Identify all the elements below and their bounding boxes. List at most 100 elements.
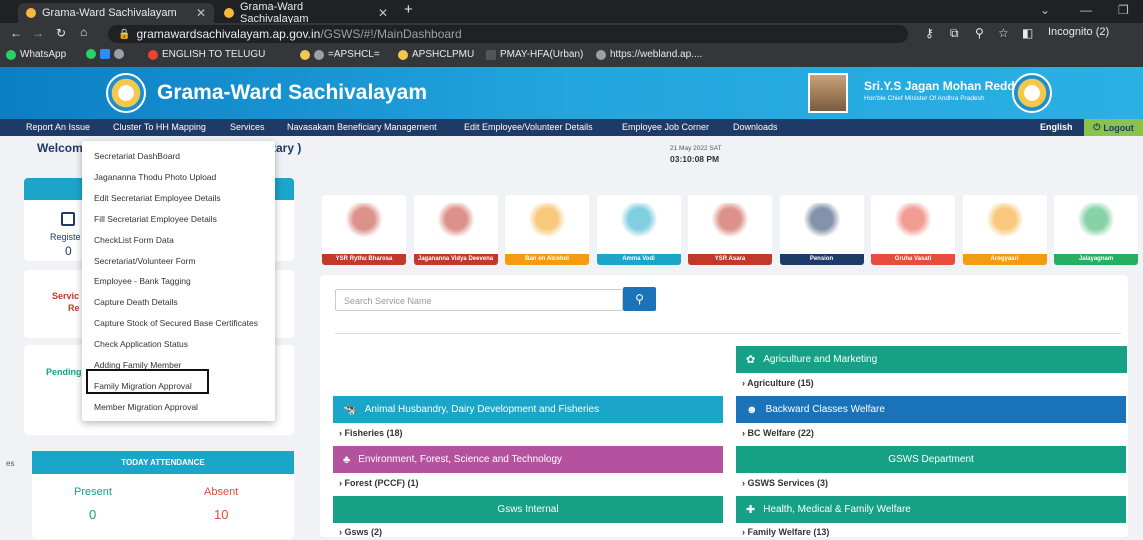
people-icon: ☻ [746, 403, 758, 416]
department-subitem[interactable]: › BC Welfare (22) [742, 428, 814, 438]
tab-search-icon[interactable]: ⌄ [1040, 3, 1050, 17]
pending-label: Pending [46, 367, 82, 377]
nav-report-issue[interactable]: Report An Issue [26, 122, 90, 132]
scheme-label: Jagananna Vidya Deevena [413, 254, 498, 265]
ap-emblem-logo [106, 73, 146, 113]
close-icon[interactable]: ✕ [196, 6, 206, 20]
bookmark-icons[interactable] [86, 49, 124, 59]
tab-title: Grama-Ward Sachivalayam [42, 7, 177, 19]
scheme-tile[interactable]: Arogyasri [962, 195, 1047, 265]
department-subitem[interactable]: › GSWS Services (3) [742, 478, 828, 488]
scheme-illustration [712, 203, 748, 243]
nav-navasakam[interactable]: Navasakam Beneficiary Management [287, 122, 437, 132]
menu-item[interactable]: Capture Death Details [94, 297, 178, 307]
search-icon: ⚲ [635, 292, 644, 306]
main-nav: Report An Issue Cluster To HH Mapping Se… [0, 119, 1143, 136]
incognito-label[interactable]: Incognito (2) [1048, 26, 1109, 38]
department-subitem[interactable]: › Fisheries (18) [339, 428, 403, 438]
browser-tab-2[interactable]: Grama-Ward Sachivalayam ✕ [216, 1, 396, 25]
site-favicon [26, 8, 36, 18]
department-subitem[interactable]: › Family Welfare (13) [742, 527, 829, 537]
language-toggle[interactable]: English [1040, 122, 1073, 132]
scheme-tile[interactable]: Jalayagnam [1054, 195, 1138, 265]
back-icon[interactable]: ← [10, 26, 22, 40]
nav-edit-employee[interactable]: Edit Employee/Volunteer Details [464, 122, 593, 132]
department-subitem[interactable]: › Forest (PCCF) (1) [339, 478, 419, 488]
nav-downloads[interactable]: Downloads [733, 122, 778, 132]
department-header[interactable]: Gsws Internal [333, 496, 723, 523]
sidepanel-icon[interactable]: ◧ [1022, 26, 1033, 40]
bookmark-star-icon[interactable]: ☆ [998, 26, 1009, 40]
key-icon[interactable]: ⚷ [925, 26, 934, 40]
scheme-tile[interactable]: YSR Rythu Bharosa [322, 195, 406, 265]
register-icon [61, 212, 75, 226]
forward-icon[interactable]: → [32, 26, 44, 40]
cow-icon: 🐄 [343, 404, 357, 416]
search-input[interactable]: Search Service Name [335, 289, 623, 311]
menu-item[interactable]: Capture Stock of Secured Base Certificat… [94, 318, 258, 328]
restore-icon[interactable]: ❐ [1118, 3, 1129, 17]
menu-item[interactable]: Secretariat DashBoard [94, 151, 180, 161]
nav-job-corner[interactable]: Employee Job Corner [622, 122, 709, 132]
bookmark-apshclpmu[interactable]: APSHCLPMU [398, 49, 474, 60]
cm-photo [808, 73, 848, 113]
home-icon[interactable]: ⌂ [80, 25, 87, 39]
address-bar[interactable]: 🔒 gramawardsachivalayam.ap.gov.in/GSWS/#… [108, 25, 908, 43]
department-subitem[interactable]: › Gsws (2) [339, 527, 382, 537]
scheme-illustration [1078, 203, 1114, 243]
translate-icon[interactable]: ⧉ [950, 26, 959, 41]
present-label: Present [74, 486, 112, 498]
department-header[interactable]: ✚ Health, Medical & Family Welfare [736, 496, 1126, 523]
department-header[interactable]: 🐄 Animal Husbandry, Dairy Development and… [333, 396, 723, 423]
bookmark-apshcl[interactable]: =APSHCL= [300, 49, 380, 60]
attendance-card: TODAY ATTENDANCE Present Absent 0 10 [32, 451, 294, 539]
new-tab-icon[interactable]: + [404, 1, 413, 18]
department-header[interactable]: ☻ Backward Classes Welfare [736, 396, 1126, 423]
bookmark-pmay[interactable]: PMAY-HFA(Urban) [486, 49, 583, 60]
minimize-icon[interactable]: — [1080, 3, 1092, 17]
ap-emblem-logo [1012, 73, 1052, 113]
menu-item[interactable]: Check Application Status [94, 339, 188, 349]
doc-icon [100, 49, 110, 59]
medical-icon: ✚ [746, 504, 756, 516]
scheme-tile[interactable]: Ban on Alcohol [505, 195, 589, 265]
present-count: 0 [89, 507, 97, 522]
department-subitem-label: Fisheries (18) [344, 428, 403, 438]
scheme-tile[interactable]: Gruha Vasati [871, 195, 955, 265]
department-subitem-label: BC Welfare (22) [747, 428, 814, 438]
department-header[interactable]: ♣ Environment, Forest, Science and Techno… [333, 446, 723, 473]
department-header[interactable]: GSWS Department [736, 446, 1126, 473]
scheme-label: Arogyasri [962, 254, 1047, 265]
site-title: Grama-Ward Sachivalayam [157, 81, 428, 104]
browser-tab-1[interactable]: Grama-Ward Sachivalayam ✕ [18, 3, 214, 23]
bookmark-webland[interactable]: https://webland.ap.... [596, 49, 702, 60]
whatsapp-icon [86, 49, 96, 59]
logout-button[interactable]: ⏻ Logout [1084, 119, 1143, 136]
nav-services[interactable]: Services [230, 122, 265, 132]
scheme-tile[interactable]: Amma Vodi [596, 195, 681, 265]
scheme-tile[interactable]: Jagananna Vidya Deevena [413, 195, 498, 265]
search-button[interactable]: ⚲ [623, 287, 656, 311]
menu-item[interactable]: Edit Secretariat Employee Details [94, 193, 221, 203]
menu-item[interactable]: Member Migration Approval [94, 402, 198, 412]
department-header[interactable]: ✿ Agriculture and Marketing [736, 346, 1127, 373]
menu-item[interactable]: Fill Secretariat Employee Details [94, 214, 217, 224]
bookmark-translate[interactable]: ENGLISH TO TELUGU [148, 49, 265, 60]
browser-toolbar: ← → ↻ ⌂ 🔒 gramawardsachivalayam.ap.gov.i… [0, 23, 1143, 45]
menu-item[interactable]: CheckList Form Data [94, 235, 174, 245]
menu-item[interactable]: Employee - Bank Tagging [94, 276, 191, 286]
menu-item[interactable]: Jagananna Thodu Photo Upload [94, 172, 216, 182]
absent-label: Absent [204, 486, 239, 498]
registered-label: Registe [50, 232, 81, 242]
close-icon[interactable]: ✕ [378, 6, 388, 20]
scheme-tile[interactable]: Pension [779, 195, 864, 265]
nav-cluster-mapping[interactable]: Cluster To HH Mapping [113, 122, 206, 132]
menu-item[interactable]: Secretariat/Volunteer Form [94, 256, 196, 266]
reload-icon[interactable]: ↻ [56, 26, 66, 40]
zoom-icon[interactable]: ⚲ [975, 26, 984, 40]
scheme-tile[interactable]: YSR Asara [688, 195, 772, 265]
department-subitem-label: Gsws (2) [344, 527, 383, 537]
google-icon [148, 49, 158, 60]
department-subitem[interactable]: › Agriculture (15) [742, 378, 814, 388]
bookmark-whatsapp[interactable]: WhatsApp [6, 49, 66, 60]
